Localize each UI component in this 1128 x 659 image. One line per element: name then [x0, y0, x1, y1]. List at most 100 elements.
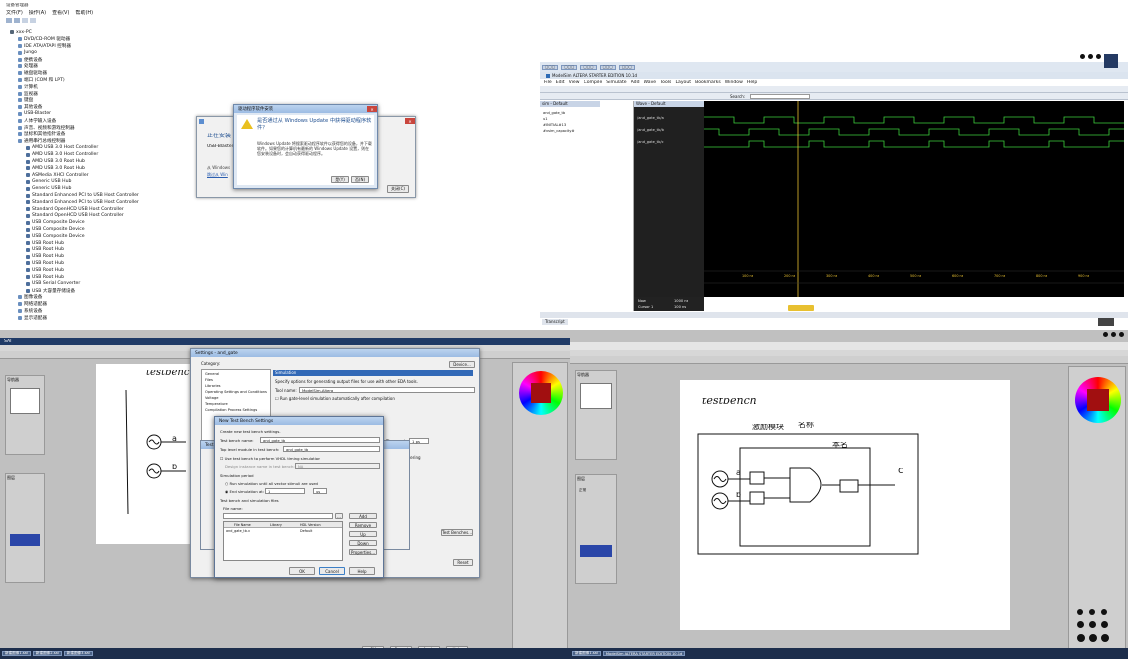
tree-item[interactable]: 端口 (COM 和 LPT)	[18, 77, 270, 84]
add-button[interactable]: Add	[349, 513, 377, 519]
menu-view[interactable]: 查看(V)	[52, 10, 69, 16]
usb-device-item[interactable]: Standard OpenHCD USB Host Controller	[26, 206, 270, 213]
test-benches-button[interactable]: Test Benches...	[441, 529, 473, 536]
tree-item[interactable]: 计算机	[18, 83, 270, 90]
menu-item[interactable]: Bookmarks	[695, 80, 721, 86]
menu-item[interactable]: Compile	[584, 80, 603, 86]
usb-device-item[interactable]: USB Root Hub	[26, 260, 270, 267]
task-item-2[interactable]: ▢▢▢	[561, 64, 578, 70]
brush-size-dot[interactable]	[1101, 609, 1107, 615]
menu-item[interactable]: Help	[747, 80, 757, 86]
properties-button[interactable]: Properties...	[349, 549, 377, 555]
device-button[interactable]: Device...	[449, 361, 475, 368]
navigator-thumbnail[interactable]	[10, 388, 40, 414]
menu-item[interactable]: Window	[725, 80, 743, 86]
tree-item[interactable]: IDE ATA/ATAPI 控制器	[18, 43, 270, 50]
task-item-1[interactable]: ▢▢▢	[542, 64, 559, 70]
tree-item[interactable]: 显示适配器	[18, 314, 270, 321]
menu-item[interactable]: Tools	[660, 80, 671, 86]
yes-button[interactable]: 是(Y)	[331, 176, 349, 183]
menu-item[interactable]: Add	[631, 80, 640, 86]
end-unit-select[interactable]: us	[313, 488, 327, 494]
file-name-input[interactable]	[223, 513, 333, 519]
col-file-name[interactable]: File Name	[224, 522, 268, 527]
help-icon[interactable]	[30, 18, 36, 23]
col-hdl-version[interactable]: HDL Version	[298, 522, 342, 527]
signal-item[interactable]: /and_gate_tb/c	[637, 139, 704, 151]
taskbar-item[interactable]: 新建图像3.sai	[63, 651, 93, 656]
usb-device-item[interactable]: USB Root Hub	[26, 274, 270, 281]
menu-item[interactable]: Wave	[644, 80, 657, 86]
category-item[interactable]: Compilation Process Settings	[205, 407, 267, 413]
tool-name-select[interactable]: ModelSim-Altera	[299, 387, 475, 393]
tb-ok-button[interactable]: OK	[289, 567, 315, 575]
layer-item[interactable]	[10, 534, 40, 546]
signal-item[interactable]: /and_gate_tb/a	[637, 115, 704, 127]
taskbar-item[interactable]: 新建图像2.sai	[32, 651, 62, 656]
close-button[interactable]: 关闭(C)	[387, 185, 409, 193]
cursor-marker[interactable]	[788, 305, 814, 311]
reset-button[interactable]: Reset	[453, 559, 473, 566]
back-arrow-icon[interactable]	[199, 119, 204, 124]
usb-device-item[interactable]: USB Root Hub	[26, 253, 270, 260]
wu-close-icon[interactable]: ✕	[367, 106, 377, 112]
tree-item[interactable]: 便携设备	[18, 56, 270, 63]
menu-item[interactable]: View	[569, 80, 580, 86]
tree-root[interactable]: xxx-PC	[10, 29, 270, 36]
usb-device-item[interactable]: Standard OpenHCD USB Host Controller	[26, 213, 270, 220]
taskbar-item[interactable]: ModelSim ALTERA STARTER EDITION 10.1d	[602, 651, 686, 656]
table-row[interactable]: and_gate_tb.v Default	[224, 528, 342, 534]
maximize-icon[interactable]	[1104, 54, 1118, 68]
menu-item[interactable]: Layout	[675, 80, 691, 86]
tree-item[interactable]: 系统设备	[18, 308, 270, 315]
brush-size-dot[interactable]	[1089, 621, 1096, 628]
taskbar-item[interactable]: 新建图像1.sai	[572, 651, 601, 656]
taskbar-item[interactable]: 新建图像1.sai	[2, 651, 31, 656]
usb-device-item[interactable]: USB Composite Device	[26, 219, 270, 226]
task-item-3[interactable]: ▢▢▢	[580, 64, 597, 70]
task-item-5[interactable]: ▢▢▢	[618, 64, 635, 70]
menu-item[interactable]: Simulate	[606, 80, 626, 86]
menu-action[interactable]: 操作(A)	[29, 10, 46, 16]
properties-icon[interactable]	[22, 18, 28, 23]
remove-button[interactable]: Remove	[349, 522, 377, 528]
brush-size-dot[interactable]	[1101, 634, 1109, 642]
brush-size-dot[interactable]	[1101, 621, 1108, 628]
usb-device-item[interactable]: USB Serial Converter	[26, 280, 270, 287]
tree-item[interactable]: 图像设备	[18, 294, 270, 301]
color-wheel[interactable]	[519, 371, 563, 415]
forward-icon[interactable]	[14, 18, 20, 23]
transcript-tab[interactable]: Transcript	[542, 319, 568, 325]
usb-device-item[interactable]: USB 大容量存储设备	[26, 287, 270, 294]
back-icon[interactable]	[6, 18, 12, 23]
up-button[interactable]: Up	[349, 531, 377, 537]
signal-item[interactable]: /and_gate_tb/b	[637, 127, 704, 139]
top-module-input[interactable]: and_gate_tb	[283, 446, 380, 452]
tree-item[interactable]: 磁盘驱动器	[18, 70, 270, 77]
no-button[interactable]: 否(N)	[351, 176, 369, 183]
tb-help-button[interactable]: Help	[349, 567, 375, 575]
navigator-thumbnail-2[interactable]	[580, 383, 612, 409]
end-sim-input[interactable]: 1	[265, 488, 305, 494]
tree-item[interactable]: DVD/CD-ROM 驱动器	[18, 36, 270, 43]
brush-size-dot[interactable]	[1089, 634, 1097, 642]
time-scale-select[interactable]: 1 ps	[409, 438, 429, 444]
usb-device-item[interactable]: USB Root Hub	[26, 267, 270, 274]
use-tb-checkbox[interactable]: ☐ Use test bench to perform VHDL timing …	[220, 456, 320, 462]
usb-device-item[interactable]: USB Root Hub	[26, 240, 270, 247]
run-gate-checkbox[interactable]: ☐ Run gate-level simulation automaticall…	[275, 396, 395, 402]
menu-item[interactable]: Edit	[556, 80, 565, 86]
menu-item[interactable]: File	[544, 80, 552, 86]
brush-size-dot[interactable]	[1077, 621, 1084, 628]
task-item-4[interactable]: ▢▢▢	[599, 64, 616, 70]
usb-device-item[interactable]: USB Composite Device	[26, 233, 270, 240]
color-wheel-2[interactable]	[1075, 377, 1121, 423]
usb-device-item[interactable]: USB Composite Device	[26, 226, 270, 233]
usb-device-item[interactable]: USB Root Hub	[26, 247, 270, 254]
run-all-radio[interactable]: ○ Run simulation until all vector stimul…	[225, 481, 318, 487]
brush-size-dot[interactable]	[1077, 609, 1083, 615]
layer-item-2[interactable]	[580, 545, 612, 557]
blend-mode[interactable]: 正常	[579, 487, 586, 493]
tb-name-input[interactable]: and_gate_tb	[260, 437, 380, 443]
col-library[interactable]: Library	[268, 522, 298, 527]
